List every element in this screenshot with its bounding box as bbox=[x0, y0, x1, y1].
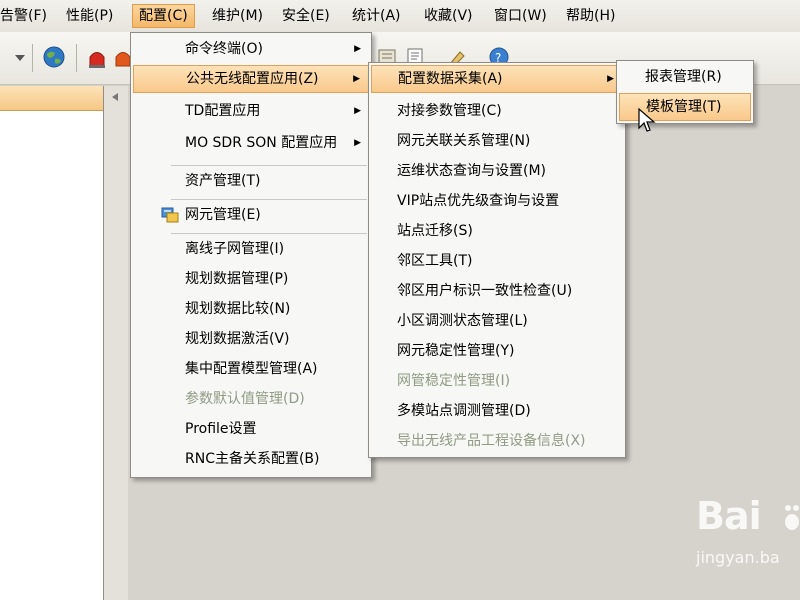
submenu-arrow-icon: ▶ bbox=[354, 106, 361, 116]
submenu-arrow-icon: ▶ bbox=[354, 44, 361, 54]
submenu-arrow-icon: ▶ bbox=[353, 74, 360, 84]
menu-item-planning-data-activate[interactable]: 规划数据激活(V) bbox=[133, 325, 369, 353]
menu-statistics[interactable]: 统计(A) bbox=[346, 4, 407, 28]
dropdown-arrow-icon[interactable] bbox=[14, 50, 26, 66]
menu-item-mo-sdr-son[interactable]: MO SDR SON 配置应用 ▶ bbox=[133, 129, 369, 157]
menu-item-multimode-site-test[interactable]: 多模站点调测管理(D) bbox=[371, 397, 623, 425]
panel-splitter[interactable] bbox=[104, 86, 129, 600]
submenu-arrow-icon: ▶ bbox=[607, 74, 614, 84]
menu-item-nms-stability: 网管稳定性管理(I) bbox=[397, 373, 511, 389]
menu-maintain[interactable]: 维护(M) bbox=[206, 4, 269, 28]
menu-window[interactable]: 窗口(W) bbox=[488, 4, 553, 28]
menu-item-neighbor-tools[interactable]: 邻区工具(T) bbox=[371, 247, 623, 275]
menu-item-planning-data-manage[interactable]: 规划数据管理(P) bbox=[133, 265, 369, 293]
menu-item-public-wireless-config[interactable]: 公共无线配置应用(Z) ▶ bbox=[133, 65, 369, 93]
left-panel bbox=[0, 86, 104, 600]
menu-item-export-equipment-info: 导出无线产品工程设备信息(X) bbox=[397, 433, 586, 449]
menu-item-cell-test-status[interactable]: 小区调测状态管理(L) bbox=[371, 307, 623, 335]
menu-item-command-terminal[interactable]: 命令终端(O) ▶ bbox=[133, 35, 369, 63]
collapse-arrow-icon[interactable] bbox=[110, 92, 120, 102]
menu-item-ne-stability[interactable]: 网元稳定性管理(Y) bbox=[371, 337, 623, 365]
menu-item-ne-management[interactable]: 网元管理(E) bbox=[133, 201, 369, 229]
menu-item-report-management[interactable]: 报表管理(R) bbox=[619, 63, 751, 91]
toolbar-separator bbox=[76, 44, 77, 72]
globe-icon[interactable] bbox=[42, 45, 66, 73]
menu-help[interactable]: 帮助(H) bbox=[560, 4, 621, 28]
watermark-site: jingyan.ba bbox=[696, 548, 780, 567]
menu-item-profile-settings[interactable]: Profile设置 bbox=[133, 415, 369, 443]
menu-item-neighbor-user-check[interactable]: 邻区用户标识一致性检查(U) bbox=[371, 277, 623, 305]
menu-item-offline-subnet[interactable]: 离线子网管理(I) bbox=[133, 235, 369, 263]
config-data-collect-submenu: 报表管理(R) 模板管理(T) bbox=[616, 60, 754, 124]
menu-item-param-default: 参数默认值管理(D) bbox=[185, 391, 305, 407]
baidu-watermark: Bai jingyan.ba bbox=[692, 484, 800, 600]
menu-separator bbox=[171, 165, 367, 166]
public-wireless-submenu: 配置数据采集(A) ▶ 对接参数管理(C) 网元关联关系管理(N) 运维状态查询与… bbox=[368, 62, 626, 458]
toolbar-separator bbox=[32, 44, 33, 72]
menu-alarm[interactable]: 告警(F) bbox=[0, 4, 53, 28]
menu-item-vip-site-priority[interactable]: VIP站点优先级查询与设置 bbox=[371, 187, 623, 215]
menu-security[interactable]: 安全(E) bbox=[276, 4, 336, 28]
menu-item-ne-relation[interactable]: 网元关联关系管理(N) bbox=[371, 127, 623, 155]
menu-bar: 告警(F) 性能(P) 配置(C) 维护(M) 安全(E) 统计(A) 收藏(V… bbox=[0, 0, 800, 33]
menu-item-central-config-model[interactable]: 集中配置模型管理(A) bbox=[133, 355, 369, 383]
menu-performance[interactable]: 性能(P) bbox=[60, 4, 119, 28]
menu-item-config-data-collect[interactable]: 配置数据采集(A) ▶ bbox=[371, 65, 623, 93]
menu-config[interactable]: 配置(C) bbox=[132, 4, 195, 28]
menu-separator bbox=[171, 233, 367, 234]
menu-favorites[interactable]: 收藏(V) bbox=[418, 4, 479, 28]
menu-item-rnc-master-slave[interactable]: RNC主备关系配置(B) bbox=[133, 445, 369, 473]
left-panel-header bbox=[0, 86, 103, 111]
menu-item-td-config[interactable]: TD配置应用 ▶ bbox=[133, 97, 369, 125]
config-menu: 命令终端(O) ▶ 公共无线配置应用(Z) ▶ TD配置应用 ▶ MO SDR SON… bbox=[130, 32, 372, 478]
network-element-icon bbox=[161, 206, 179, 234]
menu-item-planning-data-compare[interactable]: 规划数据比较(N) bbox=[133, 295, 369, 323]
menu-item-site-migration[interactable]: 站点迁移(S) bbox=[371, 217, 623, 245]
menu-separator bbox=[171, 199, 367, 200]
alarm-red-icon[interactable] bbox=[88, 48, 106, 72]
mouse-cursor-icon bbox=[638, 107, 656, 138]
submenu-arrow-icon: ▶ bbox=[354, 138, 361, 148]
paw-icon bbox=[784, 502, 800, 536]
menu-item-asset-management[interactable]: 资产管理(T) bbox=[133, 167, 369, 195]
menu-item-om-status[interactable]: 运维状态查询与设置(M) bbox=[371, 157, 623, 185]
watermark-brand: Bai bbox=[696, 494, 762, 538]
menu-item-docking-params[interactable]: 对接参数管理(C) bbox=[371, 97, 623, 125]
